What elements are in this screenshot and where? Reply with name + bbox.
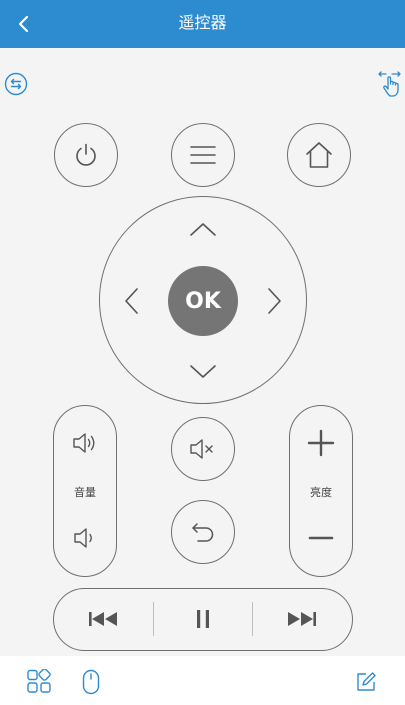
bottom-toolbar [0, 656, 405, 705]
power-icon [76, 143, 96, 166]
pause-icon [197, 610, 209, 628]
apps-button[interactable] [24, 668, 54, 696]
pause-button[interactable] [186, 603, 220, 635]
page-title: 遥控器 [178, 13, 227, 32]
dpad-right-button[interactable] [260, 281, 290, 321]
gesture-mode-button[interactable] [374, 68, 405, 100]
switch-device-button[interactable] [2, 70, 30, 98]
plus-icon [307, 429, 335, 457]
volume-up-button[interactable] [65, 425, 105, 461]
minus-icon [308, 536, 334, 540]
volume-up-icon [73, 433, 95, 453]
ok-button[interactable]: OK [168, 266, 238, 336]
dpad-down-button[interactable] [183, 357, 223, 387]
home-icon [306, 142, 332, 168]
mouse-icon [82, 669, 100, 695]
previous-button[interactable] [80, 603, 126, 635]
dpad-left-button[interactable] [116, 281, 146, 321]
home-button[interactable] [287, 123, 351, 187]
power-button[interactable] [54, 123, 118, 187]
skip-next-icon [288, 612, 316, 626]
volume-down-icon [74, 528, 92, 548]
edit-icon [357, 672, 376, 691]
chevron-left-icon [125, 288, 138, 314]
brightness-up-button[interactable] [301, 425, 341, 461]
apps-grid-icon [27, 669, 51, 693]
menu-icon [190, 146, 216, 164]
skip-previous-icon [89, 612, 117, 626]
volume-down-button[interactable] [65, 520, 105, 556]
touch-gesture-icon [378, 71, 401, 97]
next-button[interactable] [279, 603, 325, 635]
mouse-button[interactable] [78, 667, 104, 697]
dpad-up-button[interactable] [183, 214, 223, 244]
chevron-up-icon [190, 223, 216, 236]
swap-arrows-circle-icon [4, 72, 28, 96]
edit-button[interactable] [353, 669, 379, 695]
brightness-down-button[interactable] [301, 520, 341, 556]
mute-button[interactable] [171, 417, 235, 481]
volume-label: 音量 [74, 486, 96, 499]
mute-icon [190, 439, 213, 459]
menu-button[interactable] [171, 123, 235, 187]
media-divider-right [252, 602, 253, 636]
chevron-down-icon [190, 365, 216, 378]
return-button[interactable] [171, 500, 235, 564]
header-bar: 遥控器 [0, 0, 405, 48]
media-divider-left [153, 602, 154, 636]
return-icon [192, 523, 214, 542]
brightness-label: 亮度 [310, 486, 332, 499]
chevron-right-icon [268, 288, 281, 314]
